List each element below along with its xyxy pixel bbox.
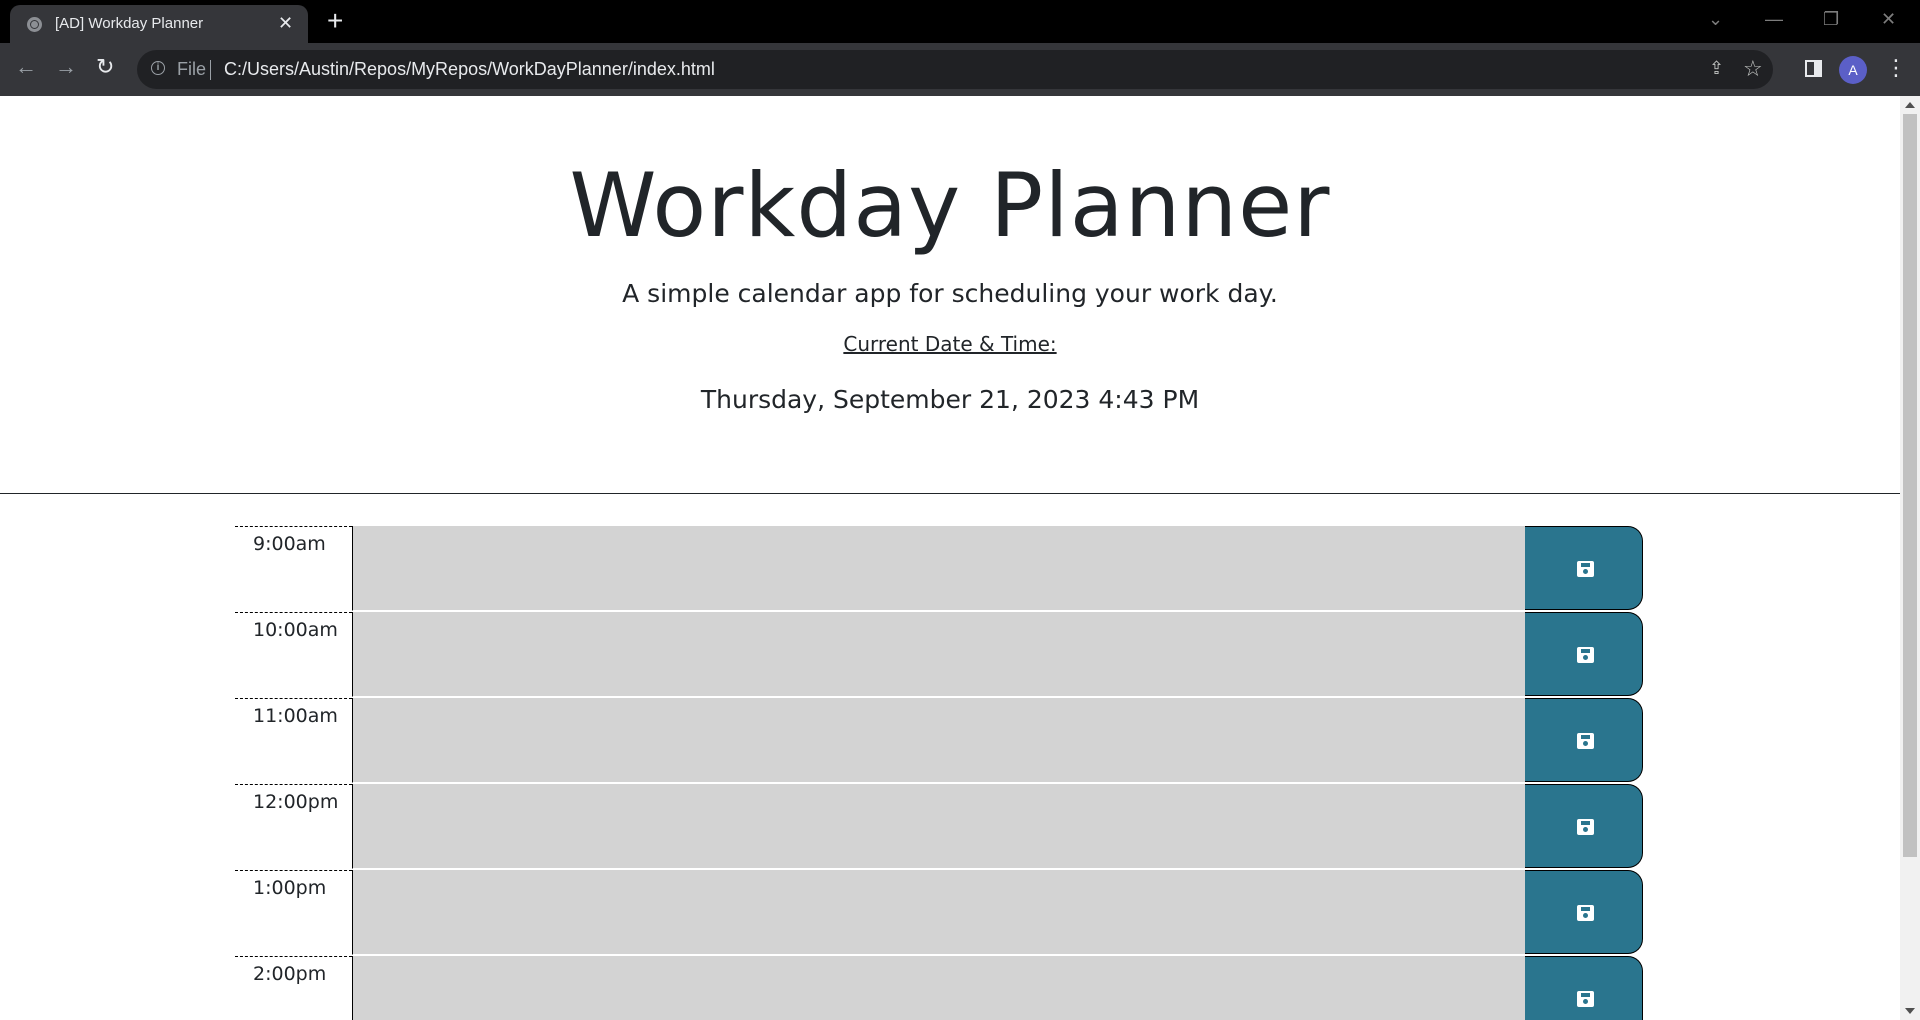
save-button[interactable]	[1525, 956, 1643, 1020]
save-button[interactable]	[1525, 698, 1643, 782]
save-button[interactable]	[1525, 870, 1643, 954]
header-divider	[0, 493, 1900, 494]
time-block: 11:00am	[235, 698, 1645, 784]
close-tab-icon[interactable]: ✕	[278, 13, 293, 33]
task-input[interactable]	[352, 956, 1525, 1020]
task-input[interactable]	[352, 784, 1525, 869]
share-icon[interactable]: ⇪	[1709, 58, 1724, 79]
back-button[interactable]: ←	[15, 55, 37, 79]
browser-toolbar: ← → ↻ i File C:/Users/Austin/Repos/MyRep…	[0, 43, 1920, 96]
scroll-up-arrow-icon[interactable]	[1905, 102, 1915, 108]
time-block: 10:00am	[235, 612, 1645, 698]
tab-search-icon[interactable]: ⌄	[1708, 8, 1723, 30]
hour-label: 2:00pm	[235, 956, 352, 1020]
side-panel-icon[interactable]	[1805, 60, 1822, 77]
star-icon[interactable]: ☆	[1743, 56, 1763, 82]
scheme-label: File	[177, 59, 207, 79]
browser-tab-workday-planner[interactable]: [AD] Workday Planner ✕	[10, 5, 308, 43]
close-window-button[interactable]: ✕	[1881, 8, 1896, 30]
browser-tab-strip: [AD] Workday Planner ✕ + ⌄ — ❐ ✕	[0, 0, 1920, 43]
hour-label: 1:00pm	[235, 870, 352, 955]
time-block: 12:00pm	[235, 784, 1645, 870]
hour-label: 9:00am	[235, 526, 352, 611]
time-block: 2:00pm	[235, 956, 1645, 1020]
floppy-disk-icon	[1577, 561, 1594, 577]
page-viewport: Workday Planner A simple calendar app fo…	[0, 96, 1900, 1020]
minimize-button[interactable]: —	[1765, 8, 1783, 30]
url-text[interactable]: C:/Users/Austin/Repos/MyRepos/WorkDayPla…	[224, 59, 715, 80]
floppy-disk-icon	[1577, 733, 1594, 749]
tab-title: [AD] Workday Planner	[55, 15, 204, 32]
page-title: Workday Planner	[569, 154, 1331, 257]
browser-menu-icon[interactable]: ⋮	[1885, 55, 1907, 81]
floppy-disk-icon	[1577, 905, 1594, 921]
date-label: Current Date & Time:	[843, 332, 1057, 356]
profile-avatar[interactable]: A	[1839, 56, 1867, 84]
task-input[interactable]	[352, 612, 1525, 697]
task-input[interactable]	[352, 698, 1525, 783]
save-button[interactable]	[1525, 612, 1643, 696]
scroll-down-arrow-icon[interactable]	[1905, 1008, 1915, 1014]
address-bar[interactable]: i File C:/Users/Austin/Repos/MyRepos/Wor…	[137, 50, 1773, 89]
scrollbar-thumb[interactable]	[1903, 114, 1917, 857]
time-block: 9:00am	[235, 526, 1645, 612]
save-button[interactable]	[1525, 784, 1643, 868]
hour-label: 12:00pm	[235, 784, 352, 869]
task-input[interactable]	[352, 870, 1525, 955]
current-day: Thursday, September 21, 2023 4:43 PM	[700, 385, 1200, 414]
address-separator	[210, 60, 211, 80]
floppy-disk-icon	[1577, 819, 1594, 835]
site-info-icon[interactable]: i	[151, 61, 165, 75]
restore-button[interactable]: ❐	[1823, 8, 1839, 30]
page-subtitle: A simple calendar app for scheduling you…	[622, 279, 1278, 308]
time-blocks: 9:00am 10:00am 11:00am 12:00pm 1:00pm 2:…	[235, 526, 1645, 1020]
hour-label: 10:00am	[235, 612, 352, 697]
time-block: 1:00pm	[235, 870, 1645, 956]
globe-icon	[27, 17, 42, 32]
floppy-disk-icon	[1577, 991, 1594, 1007]
floppy-disk-icon	[1577, 647, 1594, 663]
page-scrollbar[interactable]	[1900, 96, 1920, 1020]
forward-button[interactable]: →	[55, 55, 77, 79]
new-tab-button[interactable]: +	[327, 6, 343, 36]
reload-button[interactable]: ↻	[96, 55, 114, 79]
task-input[interactable]	[352, 526, 1525, 611]
save-button[interactable]	[1525, 526, 1643, 610]
hour-label: 11:00am	[235, 698, 352, 783]
